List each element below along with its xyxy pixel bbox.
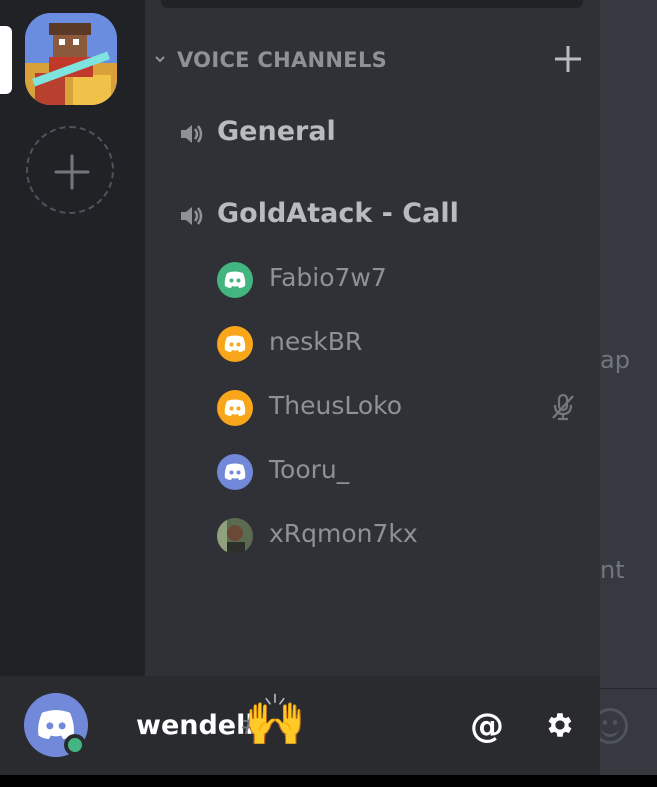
avatar [217, 390, 253, 426]
avatar [217, 454, 253, 490]
chat-text-fragment: nt [600, 556, 625, 584]
gear-icon[interactable] [544, 709, 576, 741]
username: wendell [136, 710, 255, 741]
channel-name: GoldAtack - Call [217, 198, 459, 229]
chat-pane: ap nt [592, 0, 657, 775]
server-header[interactable] [161, 0, 583, 8]
member-name: Tooru_ [269, 455, 350, 484]
voice-member[interactable]: Fabio7w7 [217, 260, 577, 304]
avatar [217, 262, 253, 298]
discord-logo-icon [224, 271, 246, 288]
member-name: Fabio7w7 [269, 263, 387, 292]
discord-logo-icon [224, 463, 246, 480]
plus-icon[interactable] [553, 44, 583, 74]
member-name: neskBR [269, 327, 363, 356]
voice-member[interactable]: xRqmon7kx [217, 516, 577, 560]
speaker-icon [181, 207, 203, 225]
category-label: VOICE CHANNELS [177, 48, 388, 72]
category-voice-channels[interactable]: VOICE CHANNELS [153, 42, 583, 78]
voice-member[interactable]: Tooru_ [217, 452, 577, 496]
mentions-button[interactable]: @ [470, 706, 504, 746]
plus-icon [54, 154, 90, 190]
user-photo [217, 518, 253, 554]
divider [600, 688, 657, 689]
selected-server-indicator [0, 26, 12, 94]
channel-sidebar: VOICE CHANNELS General GoldAtack - Call … [145, 0, 600, 676]
user-panel: wendell # 🙌 @ [0, 676, 600, 775]
chat-text-fragment: ap [600, 346, 630, 374]
avatar [217, 326, 253, 362]
online-status-indicator [64, 734, 86, 756]
voice-channel-goldatack-call[interactable]: GoldAtack - Call [179, 196, 579, 236]
server-icon[interactable] [25, 13, 117, 105]
voice-member[interactable]: neskBR [217, 324, 577, 368]
microphone-muted-icon [552, 393, 574, 421]
channel-name: General [217, 116, 336, 147]
avatar [217, 518, 253, 554]
server-list [0, 0, 145, 676]
add-server-button[interactable] [26, 126, 114, 214]
voice-member[interactable]: TheusLoko [217, 388, 577, 432]
chevron-down-icon [155, 56, 165, 63]
speaker-icon [181, 125, 203, 143]
discord-logo-icon [224, 335, 246, 352]
discord-logo-icon [224, 399, 246, 416]
wave-emoji: 🙌 [244, 691, 307, 749]
member-name: xRqmon7kx [269, 519, 418, 548]
voice-channel-general[interactable]: General [179, 114, 579, 154]
member-name: TheusLoko [269, 391, 403, 420]
